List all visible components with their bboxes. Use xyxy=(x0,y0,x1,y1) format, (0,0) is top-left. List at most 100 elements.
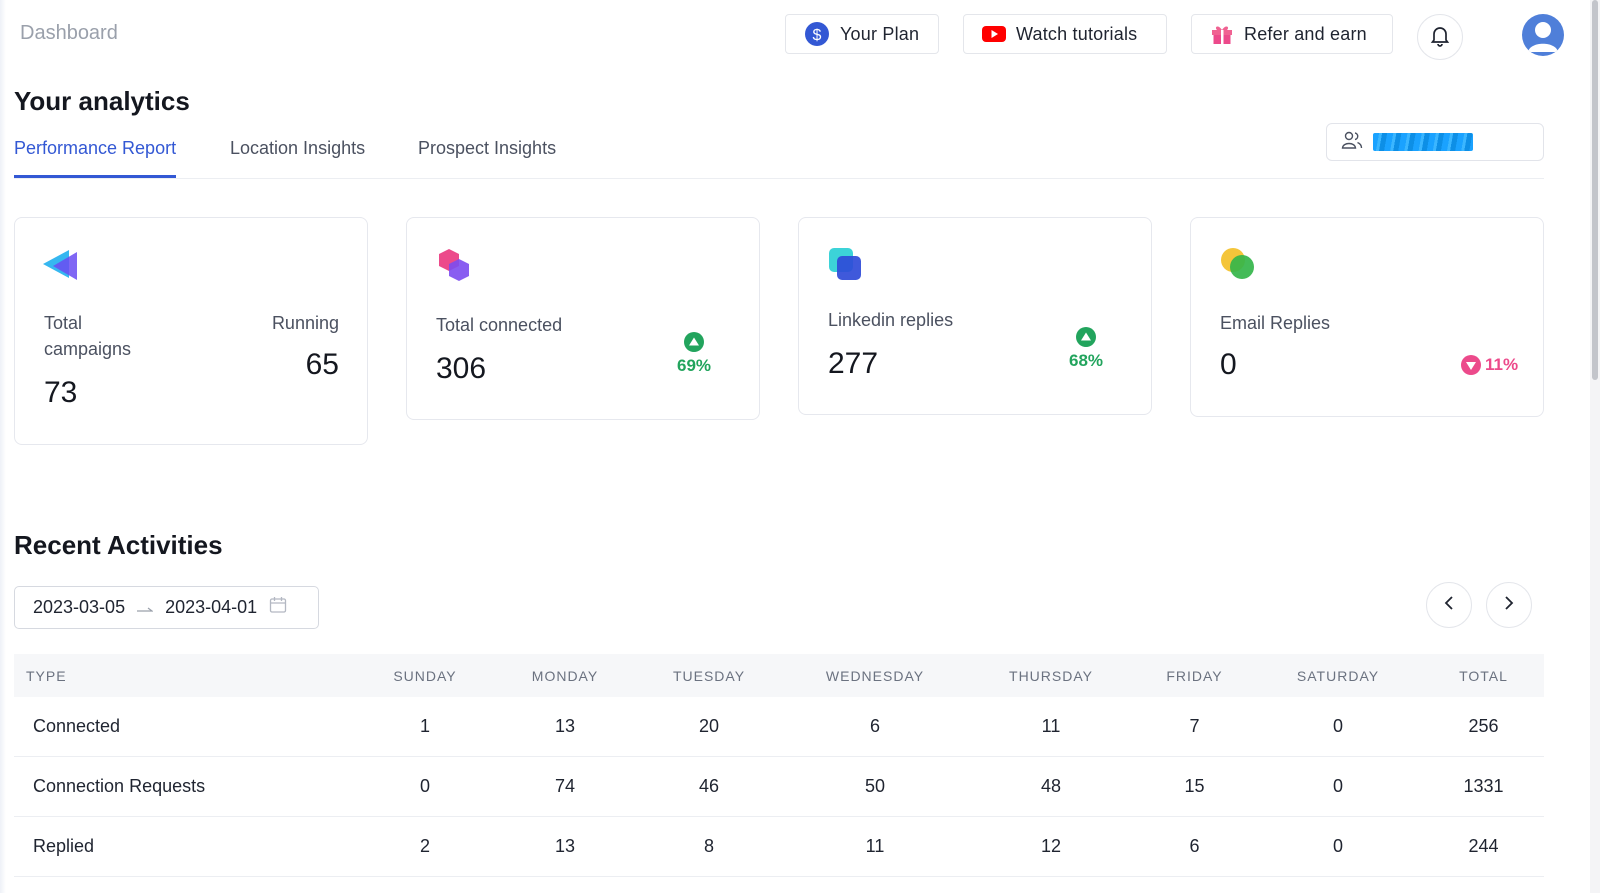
tab-prospect-insights[interactable]: Prospect Insights xyxy=(418,136,556,178)
trend-up-icon xyxy=(1076,327,1097,347)
breadcrumb[interactable]: Dashboard xyxy=(20,22,118,45)
previous-week-button[interactable] xyxy=(1426,582,1472,628)
email-replies-label: Email Replies xyxy=(1220,313,1331,333)
column-header-wednesday: WEDNESDAY xyxy=(784,654,966,697)
tab-bar: Performance Report Location Insights Pro… xyxy=(14,136,1544,179)
total-campaigns-value: 73 xyxy=(44,376,78,409)
column-header-friday: FRIDAY xyxy=(1136,654,1253,697)
calendar-icon xyxy=(269,596,287,619)
avatar[interactable] xyxy=(1522,14,1564,56)
table-cell: 0 xyxy=(1253,756,1423,817)
gift-icon xyxy=(1210,22,1234,46)
trend-down-icon xyxy=(1461,355,1481,375)
youtube-icon xyxy=(982,25,1006,43)
email-circles-icon xyxy=(1219,246,1257,289)
users-icon xyxy=(1341,130,1363,155)
table-cell: 1331 xyxy=(1423,756,1544,817)
table-cell: 256 xyxy=(1423,697,1544,757)
column-header-thursday: THURSDAY xyxy=(966,654,1136,697)
stat-card-campaigns: Total campaigns 73 Running 65 xyxy=(14,217,368,445)
column-header-monday: MONDAY xyxy=(496,654,634,697)
table-cell: 7 xyxy=(1136,697,1253,757)
table-cell: 0 xyxy=(1253,697,1423,757)
account-selector[interactable] xyxy=(1326,123,1544,161)
total-connected-label: Total connected xyxy=(436,315,563,335)
stat-card-email-replies: Email Replies 0 11% xyxy=(1190,217,1544,417)
recent-activities-title: Recent Activities xyxy=(14,530,223,560)
email-trend: 11% xyxy=(1461,355,1518,375)
table-cell: Connection Requests xyxy=(14,756,354,817)
watch-tutorials-button[interactable]: Watch tutorials xyxy=(963,14,1167,54)
svg-text:$: $ xyxy=(812,27,821,44)
stat-card-linkedin-replies: Linkedin replies 277 68% xyxy=(798,217,1152,415)
page-title: Your analytics xyxy=(14,86,190,116)
table-row: Connection Requests 0 74 46 50 48 15 0 1… xyxy=(14,756,1544,817)
user-icon xyxy=(1528,22,1558,52)
linkedin-trend-value: 68% xyxy=(1069,351,1104,370)
tab-performance-report[interactable]: Performance Report xyxy=(14,136,177,178)
bell-icon xyxy=(1428,23,1452,52)
table-cell: 0 xyxy=(354,756,496,817)
connected-trend-value: 69% xyxy=(677,356,712,375)
hexagon-icon xyxy=(437,248,473,289)
dollar-icon: $ xyxy=(804,21,830,47)
table-cell: 1 xyxy=(354,697,496,757)
table-cell: 2 xyxy=(354,816,496,877)
watch-tutorials-label: Watch tutorials xyxy=(1016,23,1138,44)
table-cell: 244 xyxy=(1423,816,1544,877)
linkedin-replies-value: 277 xyxy=(828,347,879,380)
email-trend-value: 11% xyxy=(1485,355,1519,374)
running-label: Running xyxy=(271,313,339,333)
total-campaigns-label: Total campaigns xyxy=(44,313,132,359)
table-cell: Connected xyxy=(14,697,354,757)
table-cell: 46 xyxy=(634,756,784,817)
notification-button[interactable] xyxy=(1417,14,1463,60)
end-date[interactable]: 2023-04-01 xyxy=(165,597,257,618)
campaign-icon xyxy=(43,248,81,289)
stat-card-connected: Total connected 306 69% xyxy=(406,217,760,420)
redacted-account-name xyxy=(1373,133,1473,151)
table-header-row: TYPE SUNDAY MONDAY TUESDAY WEDNESDAY THU… xyxy=(14,654,1544,697)
date-range-picker[interactable]: 2023-03-05 2023-04-01 xyxy=(14,586,319,629)
table-row: Replied 2 13 8 11 12 6 0 244 xyxy=(14,816,1544,877)
table-cell: 15 xyxy=(1136,756,1253,817)
table-cell: 12 xyxy=(966,816,1136,877)
tab-location-insights[interactable]: Location Insights xyxy=(230,136,365,178)
table-cell: 20 xyxy=(634,697,784,757)
table-cell: 8 xyxy=(634,816,784,877)
table-cell: 6 xyxy=(1136,816,1253,877)
column-header-saturday: SATURDAY xyxy=(1253,654,1423,697)
table-cell: 74 xyxy=(496,756,634,817)
scrollbar[interactable] xyxy=(1590,0,1600,893)
table-cell: 11 xyxy=(966,697,1136,757)
linkedin-trend: 68% xyxy=(1069,327,1103,371)
connected-trend: 69% xyxy=(677,332,711,376)
start-date[interactable]: 2023-03-05 xyxy=(33,597,125,618)
running-value: 65 xyxy=(305,348,339,381)
scrollbar-thumb[interactable] xyxy=(1592,0,1598,380)
column-header-tuesday: TUESDAY xyxy=(634,654,784,697)
table-cell: 13 xyxy=(496,697,634,757)
chevron-left-icon xyxy=(1442,595,1456,616)
linkedin-replies-label: Linkedin replies xyxy=(828,310,954,330)
next-week-button[interactable] xyxy=(1486,582,1532,628)
table-cell: 50 xyxy=(784,756,966,817)
chevron-right-icon xyxy=(1502,595,1516,616)
your-plan-button[interactable]: $ Your Plan xyxy=(785,14,939,54)
arrow-right-icon xyxy=(137,597,154,618)
column-header-sunday: SUNDAY xyxy=(354,654,496,697)
table-cell: Replied xyxy=(14,816,354,877)
linkedin-squares-icon xyxy=(829,248,863,287)
table-cell: 11 xyxy=(784,816,966,877)
column-header-total: TOTAL xyxy=(1423,654,1544,697)
table-cell: 6 xyxy=(784,697,966,757)
refer-and-earn-button[interactable]: Refer and earn xyxy=(1191,14,1393,54)
table-row: Connected 1 13 20 6 11 7 0 256 xyxy=(14,697,1544,757)
trend-up-icon xyxy=(684,332,705,352)
activity-table: TYPE SUNDAY MONDAY TUESDAY WEDNESDAY THU… xyxy=(14,654,1544,877)
email-replies-value: 0 xyxy=(1220,348,1237,381)
left-edge xyxy=(0,0,6,893)
table-cell: 0 xyxy=(1253,816,1423,877)
table-cell: 13 xyxy=(496,816,634,877)
table-cell: 48 xyxy=(966,756,1136,817)
